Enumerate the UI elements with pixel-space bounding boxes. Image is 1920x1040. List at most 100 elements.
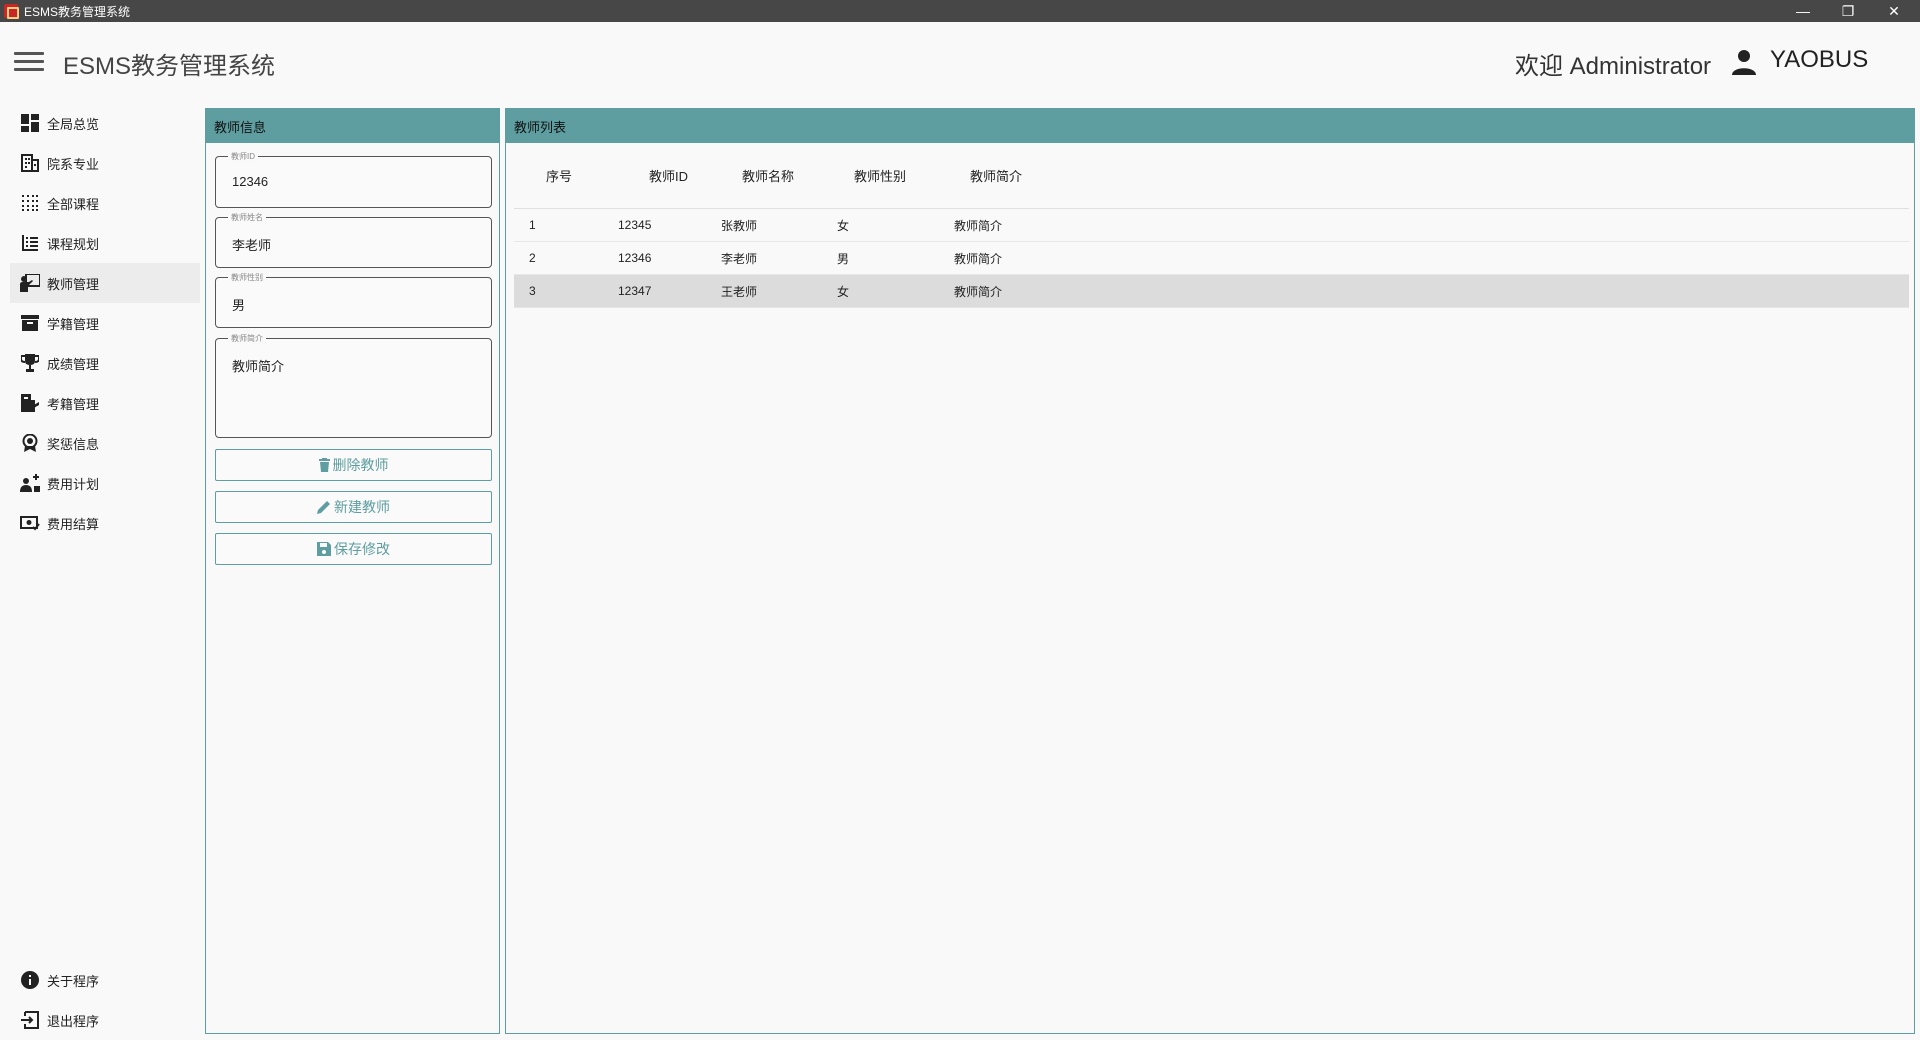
person-icon [1732, 50, 1756, 75]
button-label: 新建教师 [334, 499, 390, 515]
table-cell: 教师简介 [954, 284, 1003, 299]
sidebar-item-departments[interactable]: 院系专业 [10, 143, 200, 183]
column-header[interactable]: 教师简介 [954, 166, 1154, 185]
dashboard-icon [20, 113, 40, 133]
archive-icon [20, 313, 40, 333]
column-header[interactable]: 序号 [514, 166, 618, 185]
teacher-id-value: 12346 [232, 174, 269, 189]
app-title: ESMS教务管理系统 [63, 53, 276, 80]
app-header: ESMS教务管理系统 欢迎 Administrator YAOBUS [0, 22, 1920, 100]
field-label: 教师性别 [228, 272, 266, 283]
button-label: 保存修改 [334, 541, 390, 557]
sidebar-item-label: 课程规划 [47, 236, 100, 252]
teacher-intro-value: 教师简介 [232, 359, 285, 374]
exam-icon [20, 393, 40, 413]
teacher-info-panel: 教师信息 教师ID 12346 教师姓名 李老师 教师性别 男 教师简介 教师简… [205, 108, 500, 1034]
table-cell: 12345 [618, 218, 652, 232]
sidebar-item-label: 院系专业 [47, 156, 100, 172]
sidebar-item-label: 退出程序 [47, 1013, 100, 1029]
teacher-gender-value: 男 [232, 298, 246, 313]
pencil-icon [317, 500, 331, 514]
table-row[interactable]: 1 12345 张教师 女 教师简介 [514, 209, 1909, 242]
table-cell: 女 [837, 284, 850, 299]
username: YAOBUS [1770, 46, 1869, 73]
minimize-button[interactable]: — [1781, 0, 1825, 22]
fee-plan-icon [20, 473, 40, 493]
sidebar-item-label: 关于程序 [47, 973, 100, 989]
table-cell: 教师简介 [954, 218, 1003, 233]
teacher-list-panel: 教师列表 序号 教师ID 教师名称 教师性别 教师简介 1 12345 张教师 … [505, 108, 1915, 1034]
floppy-disk-icon [317, 542, 331, 556]
sidebar-item-label: 全部课程 [47, 196, 100, 212]
table-cell: 2 [529, 251, 536, 265]
restore-button[interactable]: ❐ [1826, 0, 1870, 22]
save-changes-button[interactable]: 保存修改 [215, 533, 492, 565]
field-label: 教师姓名 [228, 212, 266, 223]
sidebar-item-grades[interactable]: 成绩管理 [10, 343, 200, 383]
table-row[interactable]: 2 12346 李老师 男 教师简介 [514, 242, 1909, 275]
teacher-id-field[interactable]: 教师ID 12346 [215, 151, 492, 208]
list-icon [20, 233, 40, 253]
teacher-icon [20, 273, 40, 293]
close-button[interactable]: ✕ [1872, 0, 1916, 22]
column-header[interactable]: 教师名称 [721, 166, 837, 185]
sidebar-item-fee-settlement[interactable]: 费用结算 [10, 503, 200, 543]
welcome-text: 欢迎 Administrator [1515, 53, 1712, 80]
sidebar-item-overview[interactable]: 全局总览 [10, 103, 200, 143]
sidebar-item-exit[interactable]: 退出程序 [10, 1000, 200, 1040]
teacher-name-field[interactable]: 教师姓名 李老师 [215, 212, 492, 268]
sidebar-item-label: 考籍管理 [47, 396, 100, 412]
teacher-table: 序号 教师ID 教师名称 教师性别 教师简介 1 12345 张教师 女 教师简… [514, 143, 1909, 308]
table-row-selected[interactable]: 3 12347 王老师 女 教师简介 [514, 275, 1909, 308]
teacher-gender-field[interactable]: 教师性别 男 [215, 272, 492, 328]
table-cell: 教师简介 [954, 251, 1003, 266]
column-header[interactable]: 教师性别 [837, 166, 954, 185]
sidebar-item-teachers[interactable]: 教师管理 [10, 263, 200, 303]
app-logo-icon [4, 4, 19, 19]
table-cell: 李老师 [721, 251, 758, 266]
trophy-icon [20, 353, 40, 373]
sidebar-nav: 全局总览 院系专业 全部课程 课程规划 教师管理 学籍管理 成绩管理 考籍管理 … [10, 103, 200, 543]
sidebar-item-exams[interactable]: 考籍管理 [10, 383, 200, 423]
window-titlebar: ESMS教务管理系统 — ❐ ✕ [0, 0, 1920, 22]
sidebar-bottom: 关于程序 退出程序 [10, 960, 200, 1040]
menu-hamburger-icon[interactable] [14, 52, 44, 74]
money-check-icon [20, 513, 40, 533]
sidebar-item-courses[interactable]: 全部课程 [10, 183, 200, 223]
field-label: 教师简介 [228, 333, 266, 344]
table-cell: 12347 [618, 284, 652, 298]
info-icon [20, 970, 40, 990]
delete-teacher-button[interactable]: 删除教师 [215, 449, 492, 481]
sidebar-item-label: 教师管理 [47, 276, 100, 292]
new-teacher-button[interactable]: 新建教师 [215, 491, 492, 523]
sidebar-item-rewards[interactable]: 奖惩信息 [10, 423, 200, 463]
sidebar-item-about[interactable]: 关于程序 [10, 960, 200, 1000]
sidebar-item-label: 成绩管理 [47, 356, 100, 372]
sidebar-item-label: 学籍管理 [47, 316, 100, 332]
table-cell: 王老师 [721, 284, 758, 299]
teacher-intro-field[interactable]: 教师简介 教师简介 [215, 333, 492, 438]
award-icon [20, 433, 40, 453]
window-title: ESMS教务管理系统 [24, 4, 131, 19]
sidebar-item-course-plan[interactable]: 课程规划 [10, 223, 200, 263]
sidebar-item-label: 奖惩信息 [47, 436, 100, 452]
building-icon [20, 153, 40, 173]
table-cell: 男 [837, 251, 850, 266]
sidebar-item-label: 费用计划 [47, 476, 100, 492]
panel-title: 教师列表 [506, 109, 1914, 143]
table-cell: 3 [529, 284, 536, 298]
table-cell: 12346 [618, 251, 652, 265]
column-header[interactable]: 教师ID [618, 166, 721, 185]
table-cell: 女 [837, 218, 850, 233]
sidebar-item-fee-plan[interactable]: 费用计划 [10, 463, 200, 503]
sidebar-item-student-records[interactable]: 学籍管理 [10, 303, 200, 343]
sidebar-item-label: 费用结算 [47, 516, 100, 532]
table-header: 序号 教师ID 教师名称 教师性别 教师简介 [514, 143, 1909, 209]
button-label: 删除教师 [332, 457, 389, 473]
panel-title: 教师信息 [206, 109, 499, 143]
field-label: 教师ID [228, 151, 258, 162]
table-cell: 张教师 [721, 218, 758, 233]
exit-icon [20, 1010, 40, 1030]
table-cell: 1 [529, 218, 536, 232]
trash-icon [318, 458, 330, 472]
